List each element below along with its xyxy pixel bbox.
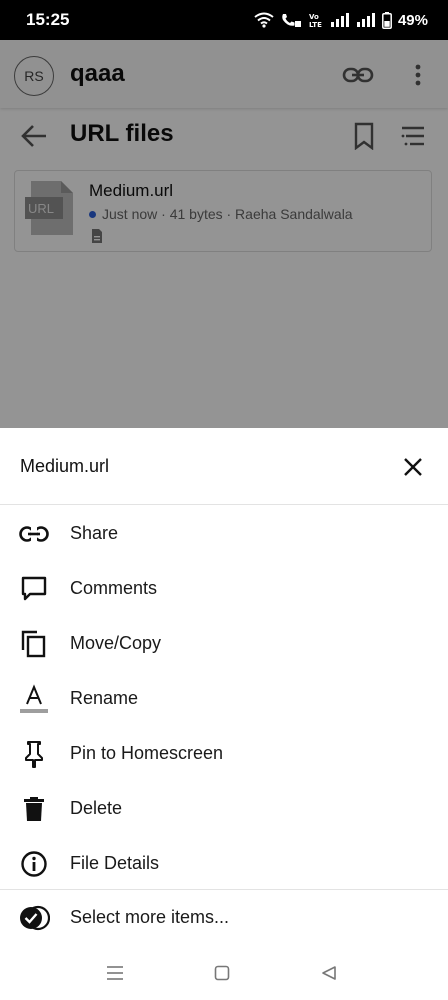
menu-item-share[interactable]: Share xyxy=(0,506,448,561)
menu-item-comments[interactable]: Comments xyxy=(0,561,448,616)
menu-lines-icon xyxy=(107,966,123,980)
svg-text:LTE: LTE xyxy=(309,21,322,28)
file-thumbnail-icon: URL xyxy=(25,181,73,235)
trash-icon xyxy=(18,793,50,825)
sheet-header: Medium.url xyxy=(0,428,448,505)
menu-label: Pin to Homescreen xyxy=(70,743,224,763)
recents-button[interactable] xyxy=(104,962,126,984)
svg-text:Vo: Vo xyxy=(309,13,319,21)
back-button[interactable] xyxy=(318,962,340,984)
menu-label: Comments xyxy=(70,578,158,598)
menu-label: Move/Copy xyxy=(70,633,162,653)
sort-icon[interactable] xyxy=(400,124,426,148)
menu-label: Select more items... xyxy=(70,907,230,927)
more-vert-icon[interactable] xyxy=(406,62,430,88)
menu-item-move-copy[interactable]: Move/Copy xyxy=(0,616,448,671)
menu-item-delete[interactable]: Delete xyxy=(0,781,448,836)
menu-item-select-more[interactable]: Select more items... xyxy=(0,890,448,945)
pin-icon xyxy=(18,738,50,770)
back-arrow-icon[interactable] xyxy=(20,124,48,148)
signal-icon-2 xyxy=(356,13,375,27)
sheet-title: Medium.url xyxy=(20,456,110,476)
close-button[interactable] xyxy=(400,454,426,480)
comment-icon xyxy=(18,573,50,605)
bookmark-icon[interactable] xyxy=(352,122,376,150)
copy-icon xyxy=(18,628,50,660)
rename-icon xyxy=(18,683,50,715)
status-icons: Vo LTE 49% xyxy=(254,11,428,29)
space-name: qaaa xyxy=(70,60,125,87)
menu-label: Rename xyxy=(70,688,139,708)
link-icon xyxy=(18,518,50,550)
info-icon xyxy=(18,848,50,880)
link-icon[interactable] xyxy=(342,62,374,88)
document-icon xyxy=(92,229,102,243)
file-thumbnail-label: URL xyxy=(28,201,54,216)
check-circle-icon xyxy=(18,902,50,934)
menu-item-rename[interactable]: Rename xyxy=(0,671,448,726)
wifi-icon xyxy=(254,12,274,28)
folder-title: URL files xyxy=(70,120,174,147)
battery-percent: 49% xyxy=(397,11,428,29)
file-meta: Just now · 41 bytes · Raeha Sandalwala xyxy=(89,206,353,222)
background-app: RS qaaa URL files URL Medium.url Just no… xyxy=(0,40,448,428)
close-icon xyxy=(404,458,422,476)
signal-icon-1 xyxy=(330,13,349,27)
status-bar: 15:25 Vo LTE 49% xyxy=(0,0,448,40)
back-triangle-icon xyxy=(322,966,336,980)
menu-label: Delete xyxy=(70,798,123,818)
wifi-call-icon xyxy=(282,14,301,27)
system-nav-bar xyxy=(0,944,448,1000)
battery-icon xyxy=(382,11,392,29)
menu-label: File Details xyxy=(70,853,160,873)
file-card[interactable]: URL Medium.url Just now · 41 bytes · Rae… xyxy=(14,170,432,252)
volte-icon: Vo LTE xyxy=(309,13,322,28)
home-button[interactable] xyxy=(211,962,233,984)
file-name: Medium.url xyxy=(89,181,174,200)
menu-label: Share xyxy=(70,523,119,543)
top-app-bar: RS qaaa xyxy=(0,40,448,108)
home-square-icon xyxy=(214,965,230,981)
avatar[interactable]: RS xyxy=(14,56,54,96)
bottom-sheet: Medium.url Share Comments Move/Copy Rena… xyxy=(0,428,448,1000)
folder-header: URL files xyxy=(0,110,448,162)
file-meta-text: Just now · 41 bytes · Raeha Sandalwala xyxy=(102,206,353,222)
new-indicator-dot xyxy=(89,210,96,218)
status-time: 15:25 xyxy=(26,10,70,29)
menu-item-file-details[interactable]: File Details xyxy=(0,836,448,891)
menu-item-pin-to-homescreen[interactable]: Pin to Homescreen xyxy=(0,726,448,781)
